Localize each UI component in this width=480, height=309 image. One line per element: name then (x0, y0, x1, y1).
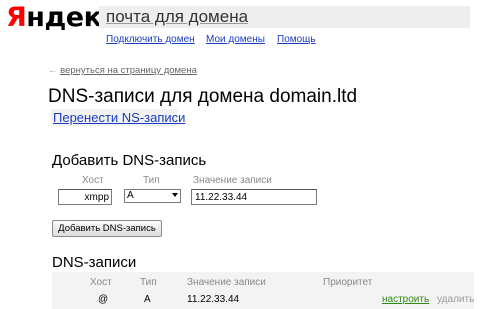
record-type: A (144, 294, 151, 305)
type-select[interactable]: A (124, 189, 181, 203)
record-host: @ (98, 294, 109, 305)
add-record-button[interactable]: Добавить DNS-запись (52, 220, 162, 237)
page-title: DNS-записи для домена domain.ltd (48, 86, 358, 107)
delete-record-link[interactable]: удалить (437, 294, 474, 305)
nav-help[interactable]: Помощь (277, 34, 316, 46)
records-title: DNS-записи (52, 254, 137, 271)
dropdown-arrow-icon (172, 193, 178, 197)
nav-my-domains[interactable]: Мои домены (206, 34, 265, 46)
column-header-priority: Приоритет (323, 277, 373, 288)
back-to-domain-link[interactable]: ← вернуться на страницу домена (48, 65, 197, 76)
edit-record-link[interactable]: настроить (382, 294, 429, 305)
type-select-value: A (127, 190, 134, 201)
column-header-host: Хост (90, 277, 112, 288)
value-label: Значение записи (193, 175, 272, 186)
nav-connect-domain[interactable]: Подключить домен (106, 34, 195, 46)
type-label: Тип (143, 175, 160, 186)
column-header-type: Тип (140, 277, 157, 288)
back-arrow-icon: ← (48, 65, 58, 76)
transfer-ns-records-link[interactable]: Перенести NS-записи (51, 109, 185, 126)
record-value: 11.22.33.44 (187, 294, 240, 305)
service-title[interactable]: почта для домена (106, 7, 248, 27)
host-label: Хост (82, 175, 104, 186)
record-value-input[interactable] (191, 189, 317, 205)
logo-first-letter: Я (6, 2, 27, 33)
transfer-ns-label: Перенести NS-записи (53, 110, 186, 125)
host-input[interactable] (58, 189, 112, 205)
column-header-value: Значение записи (187, 277, 266, 288)
add-record-title: Добавить DNS-запись (52, 152, 207, 169)
back-link-label: вернуться на страницу домена (60, 65, 197, 76)
